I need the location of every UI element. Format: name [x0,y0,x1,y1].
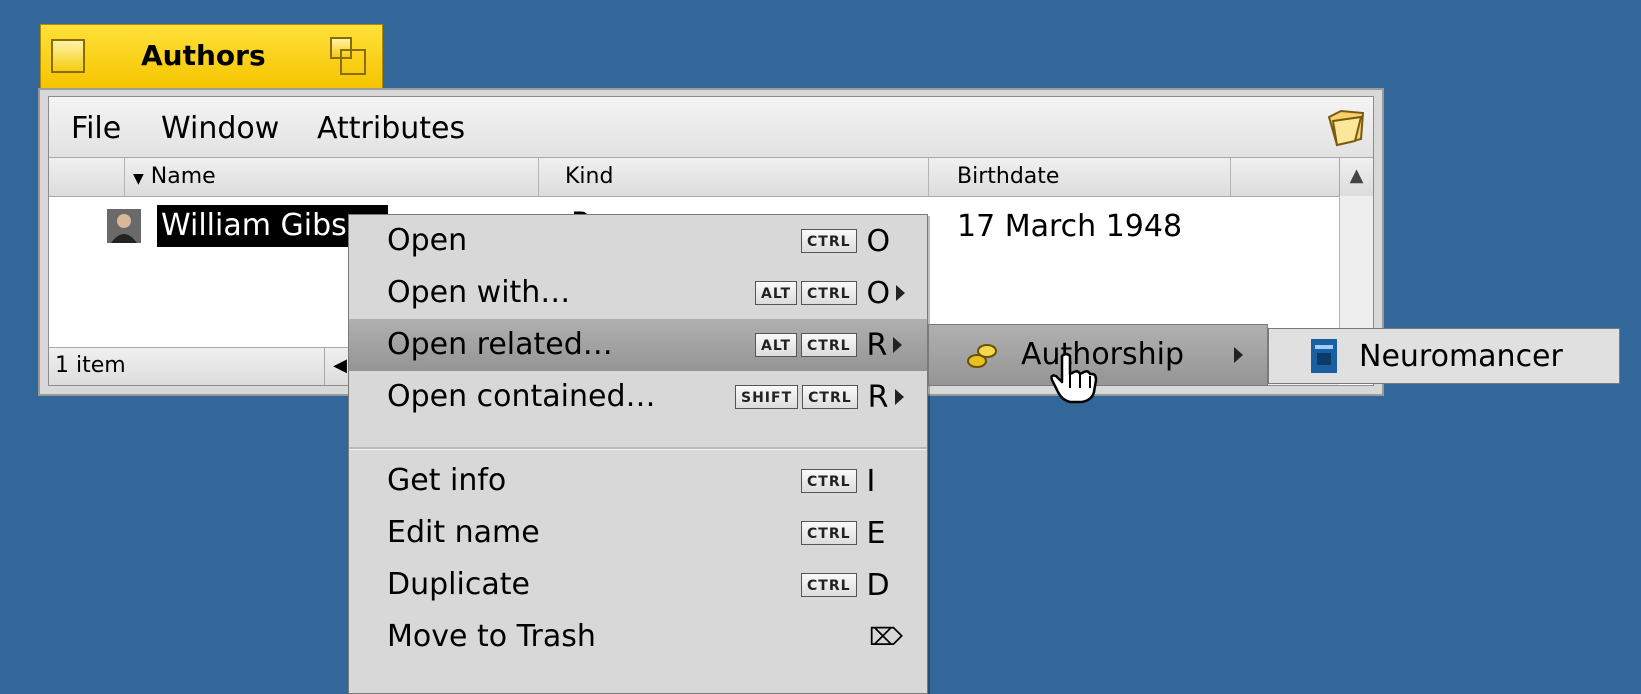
menubar: File Window Attributes [49,97,1373,158]
shortcut: ⌦ [869,621,903,653]
shortcut: CTRL E [801,515,886,551]
key-ctrl: CTRL [801,573,857,597]
shortcut: CTRL O [801,223,891,259]
hand-cursor-icon [1050,352,1098,404]
shortcut: CTRL D [801,567,890,603]
menu-item-label: Move to Trash [387,619,596,654]
menu-item-open-related[interactable]: Open related… ALT CTRL R [349,319,927,371]
menu-file[interactable]: File [71,111,121,146]
key-ctrl: CTRL [801,281,857,305]
shortcut: SHIFT CTRL R [735,379,904,415]
column-name-label: Name [150,164,216,189]
submenu-arrow-icon [894,389,904,405]
submenu-arrow-icon [896,285,906,301]
book-icon [1311,339,1337,373]
column-icon-spacer [49,158,125,196]
scroll-up-icon[interactable]: ▲ [1339,158,1373,196]
status-count: 1 item [49,347,325,385]
menu-item-get-info[interactable]: Get info CTRL I [349,455,927,507]
person-icon [107,209,141,243]
menu-item-neuromancer[interactable]: Neuromancer [1269,329,1619,383]
window-tab[interactable]: Authors [40,24,383,88]
submenu-arrow-icon [893,337,903,353]
key-char: O [866,223,891,259]
menu-item-open[interactable]: Open CTRL O [349,215,927,267]
relation-icon [967,344,997,368]
key-char: D [866,567,890,603]
menu-item-label: Open contained… [387,379,656,414]
authorship-submenu: Neuromancer [1268,328,1620,384]
key-ctrl: CTRL [801,333,857,357]
column-birthdate[interactable]: Birthdate [929,158,1231,196]
menu-separator [349,447,927,450]
shortcut: ALT CTRL O [755,275,906,311]
menu-item-label: Open related… [387,327,613,362]
key-shift: SHIFT [735,385,799,409]
key-ctrl: CTRL [802,385,858,409]
menu-item-label: Edit name [387,515,540,550]
close-box-icon[interactable] [51,39,85,73]
folder-icon[interactable] [1325,107,1367,147]
shortcut: ALT CTRL R [755,327,903,363]
column-name[interactable]: ▼ Name [125,158,539,196]
zoom-box-icon[interactable] [330,37,370,77]
menu-item-label: Neuromancer [1359,339,1563,374]
column-kind[interactable]: Kind [539,158,929,196]
key-char: O [866,275,891,311]
menu-item-duplicate[interactable]: Duplicate CTRL D [349,559,927,611]
vertical-scrollbar[interactable] [1339,196,1373,335]
delete-key-icon: ⌦ [869,623,903,651]
menu-item-label: Open [387,223,468,258]
menu-item-label: Authorship [1021,337,1185,372]
key-ctrl: CTRL [801,469,857,493]
key-ctrl: CTRL [801,229,857,253]
column-header: ▼ Name Kind Birthdate [49,158,1373,197]
menu-item-open-contained[interactable]: Open contained… SHIFT CTRL R [349,371,927,423]
sort-down-icon: ▼ [133,171,144,187]
key-char: R [867,379,889,415]
key-char: E [866,515,886,551]
key-char: R [866,327,888,363]
menu-item-label: Open with… [387,275,571,310]
menu-item-label: Get info [387,463,507,498]
key-char: I [866,463,876,499]
submenu-arrow-icon [1234,347,1243,363]
key-alt: ALT [755,281,797,305]
key-ctrl: CTRL [801,521,857,545]
key-alt: ALT [755,333,797,357]
window-title: Authors [141,39,266,72]
menu-attributes[interactable]: Attributes [317,111,465,146]
menu-item-open-with[interactable]: Open with… ALT CTRL O [349,267,927,319]
menu-item-label: Duplicate [387,567,530,602]
shortcut: CTRL I [801,463,876,499]
menu-item-move-to-trash[interactable]: Move to Trash ⌦ [349,611,927,663]
context-menu: Open CTRL O Open with… ALT CTRL O Open r… [348,214,928,694]
row-birthdate: 17 March 1948 [957,209,1183,244]
menu-item-edit-name[interactable]: Edit name CTRL E [349,507,927,559]
menu-window[interactable]: Window [161,111,279,146]
